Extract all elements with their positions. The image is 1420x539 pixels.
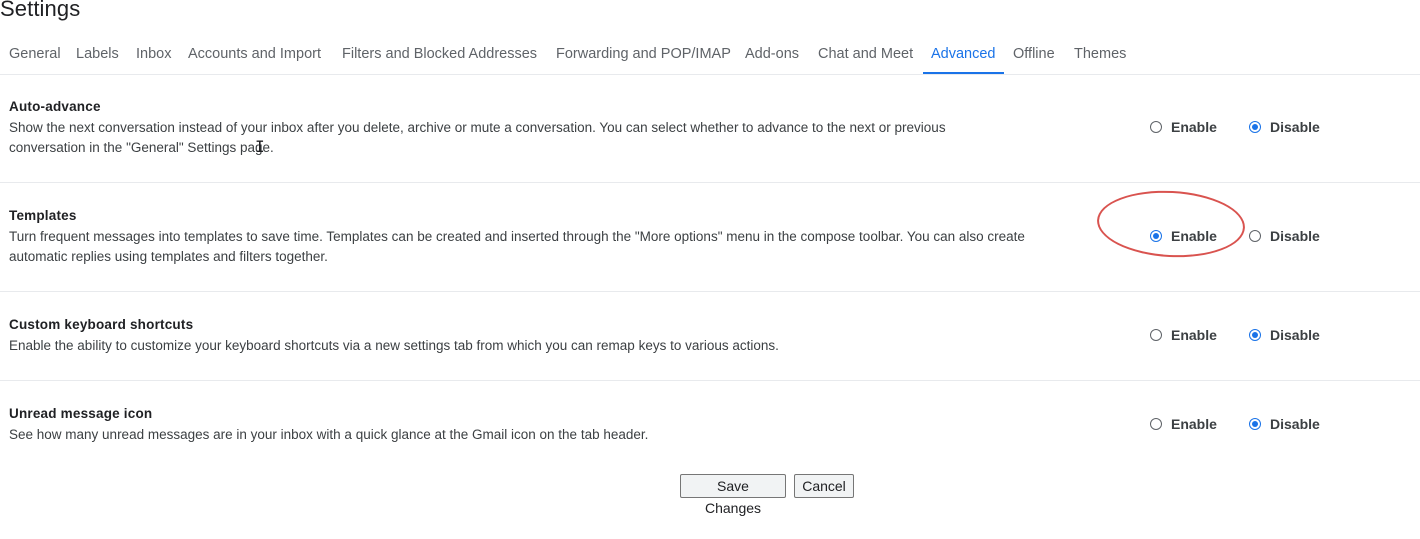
radio-checked-icon[interactable] — [1249, 121, 1261, 133]
setting-title: Auto-advance — [9, 99, 101, 114]
setting-unread-message-icon: Unread message icon See how many unread … — [0, 381, 1420, 451]
radio-unchecked-icon[interactable] — [1249, 230, 1261, 242]
setting-title: Templates — [9, 208, 77, 223]
tab-add-ons[interactable]: Add-ons — [737, 36, 807, 74]
setting-description: Turn frequent messages into templates to… — [9, 229, 1025, 264]
radio-label: Enable — [1171, 327, 1217, 343]
radio-label: Enable — [1171, 228, 1217, 244]
setting-auto-advance: Auto-advance Show the next conversation … — [0, 74, 1420, 183]
tab-chat-and-meet[interactable]: Chat and Meet — [810, 36, 921, 74]
tab-offline[interactable]: Offline — [1005, 36, 1063, 74]
tab-advanced[interactable]: Advanced — [923, 36, 1004, 74]
radio-label: Disable — [1270, 327, 1320, 343]
templates-disable-option[interactable]: Disable — [1249, 226, 1320, 246]
setting-description: Enable the ability to customize your key… — [9, 338, 779, 353]
radio-label: Disable — [1270, 416, 1320, 432]
templates-enable-option[interactable]: Enable — [1150, 226, 1217, 246]
setting-templates: Templates Turn frequent messages into te… — [0, 183, 1420, 292]
radio-label: Enable — [1171, 119, 1217, 135]
setting-custom-keyboard-shortcuts: Custom keyboard shortcuts Enable the abi… — [0, 292, 1420, 381]
keyboard-shortcuts-disable-option[interactable]: Disable — [1249, 325, 1320, 345]
setting-description: See how many unread messages are in your… — [9, 427, 649, 442]
radio-unchecked-icon[interactable] — [1150, 418, 1162, 430]
tab-forwarding-and-pop-imap[interactable]: Forwarding and POP/IMAP — [548, 36, 739, 74]
tab-inbox[interactable]: Inbox — [128, 36, 179, 74]
page-title: Settings — [0, 0, 81, 21]
radio-unchecked-icon[interactable] — [1150, 329, 1162, 341]
settings-page: Settings General Labels Inbox Accounts a… — [0, 0, 1420, 539]
tab-filters-and-blocked-addresses[interactable]: Filters and Blocked Addresses — [334, 36, 545, 74]
tab-themes[interactable]: Themes — [1066, 36, 1134, 74]
radio-label: Disable — [1270, 228, 1320, 244]
setting-description: Show the next conversation instead of yo… — [9, 120, 946, 155]
settings-tabs: General Labels Inbox Accounts and Import… — [0, 36, 1420, 75]
radio-checked-icon[interactable] — [1150, 230, 1162, 242]
radio-checked-icon[interactable] — [1249, 418, 1261, 430]
unread-icon-enable-option[interactable]: Enable — [1150, 414, 1217, 434]
radio-label: Enable — [1171, 416, 1217, 432]
tab-accounts-and-import[interactable]: Accounts and Import — [180, 36, 329, 74]
unread-icon-disable-option[interactable]: Disable — [1249, 414, 1320, 434]
save-changes-button[interactable]: Save Changes — [680, 474, 786, 516]
radio-unchecked-icon[interactable] — [1150, 121, 1162, 133]
radio-label: Disable — [1270, 119, 1320, 135]
keyboard-shortcuts-enable-option[interactable]: Enable — [1150, 325, 1217, 345]
setting-title: Unread message icon — [9, 406, 153, 421]
auto-advance-disable-option[interactable]: Disable — [1249, 117, 1320, 137]
tab-labels[interactable]: Labels — [68, 36, 127, 74]
tab-general[interactable]: General — [1, 36, 69, 74]
setting-title: Custom keyboard shortcuts — [9, 317, 194, 332]
radio-checked-icon[interactable] — [1249, 329, 1261, 341]
auto-advance-enable-option[interactable]: Enable — [1150, 117, 1217, 137]
cancel-button[interactable]: Cancel — [794, 474, 854, 498]
